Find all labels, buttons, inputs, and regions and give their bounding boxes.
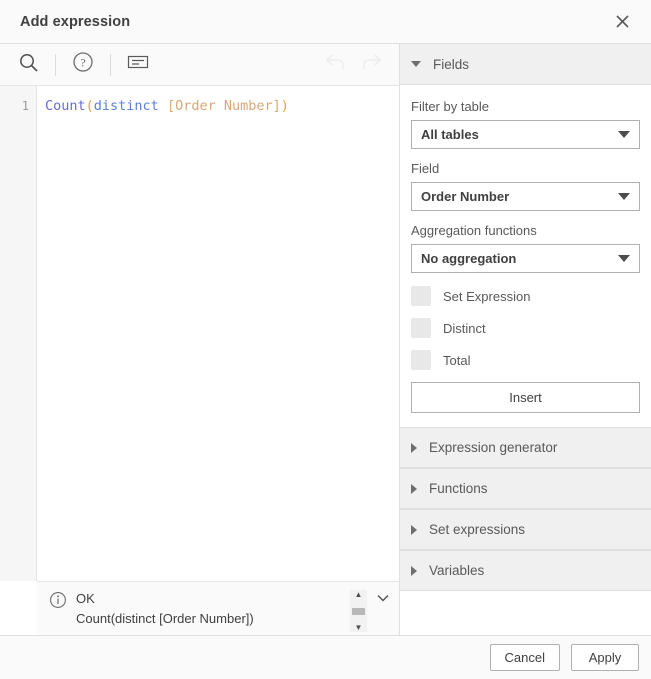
- caret-down-icon[interactable]: ▼: [355, 623, 363, 632]
- token-function: Count: [45, 98, 86, 114]
- editor-toolbar: ?: [0, 44, 399, 86]
- aggregation-functions-select[interactable]: No aggregation: [411, 244, 640, 273]
- search-button[interactable]: [10, 48, 46, 82]
- section-title: Expression generator: [429, 440, 558, 455]
- section-header-fields[interactable]: Fields: [400, 44, 651, 85]
- section-header-set-expressions[interactable]: Set expressions: [400, 509, 651, 550]
- token-open-paren: (: [85, 98, 94, 114]
- help-circle-icon: ?: [72, 51, 94, 78]
- editor-column: ? 1 Count(distinct [Order Number]) OK Co…: [0, 44, 400, 635]
- chevron-right-icon: [411, 565, 417, 576]
- line-number: 1: [21, 99, 29, 113]
- token-field-reference: [Order Number]: [166, 98, 281, 114]
- chevron-right-icon: [411, 524, 417, 535]
- help-button[interactable]: ?: [65, 48, 101, 82]
- checkbox-label: Set Expression: [443, 288, 531, 304]
- section-title: Functions: [429, 481, 488, 496]
- word-wrap-button[interactable]: [120, 48, 156, 82]
- checkbox-label: Total: [443, 352, 471, 368]
- token-keyword: distinct: [93, 98, 159, 114]
- fields-section-body: Filter by table All tables Field Order N…: [400, 85, 651, 427]
- field-label: Field: [411, 161, 440, 176]
- checkbox-box: [411, 318, 431, 338]
- info-icon: [49, 591, 67, 609]
- filter-by-table-select[interactable]: All tables: [411, 120, 640, 149]
- panel-empty-area: [400, 591, 651, 635]
- chevron-right-icon: [411, 442, 417, 453]
- dialog-title: Add expression: [20, 13, 131, 30]
- section-header-expression-generator[interactable]: Expression generator: [400, 427, 651, 468]
- caret-up-icon[interactable]: ▲: [355, 590, 363, 599]
- token-close-paren: ): [280, 98, 289, 114]
- code-line: Count(distinct [Order Number]): [45, 97, 399, 116]
- code-area[interactable]: Count(distinct [Order Number]): [37, 86, 399, 581]
- redo-button[interactable]: [353, 48, 389, 82]
- search-icon: [18, 52, 39, 78]
- dialog-titlebar: Add expression: [0, 0, 651, 44]
- section-header-functions[interactable]: Functions: [400, 468, 651, 509]
- section-title-fields: Fields: [433, 56, 470, 72]
- chevron-right-icon: [411, 483, 417, 494]
- section-title: Variables: [429, 563, 485, 578]
- dialog-footer: Cancel Apply: [0, 635, 651, 679]
- undo-button[interactable]: [317, 48, 353, 82]
- status-texts: OK Count(distinct [Order Number]): [76, 590, 350, 628]
- dialog-body: ? 1 Count(distinct [Order Number]) OK Co…: [0, 44, 651, 635]
- status-bar: OK Count(distinct [Order Number]) ▲ ▼: [37, 581, 399, 635]
- apply-button[interactable]: Apply: [571, 644, 639, 671]
- filter-by-table-value: All tables: [421, 127, 479, 142]
- redo-icon: [360, 52, 383, 77]
- checkbox-total[interactable]: Total: [411, 349, 640, 371]
- toolbar-separator: [110, 53, 111, 76]
- expression-editor[interactable]: 1 Count(distinct [Order Number]): [0, 86, 399, 581]
- cancel-button[interactable]: Cancel: [489, 644, 560, 671]
- aggregation-functions-value: No aggregation: [421, 251, 517, 266]
- word-wrap-icon: [127, 54, 149, 75]
- svg-text:?: ?: [80, 56, 85, 70]
- section-header-variables[interactable]: Variables: [400, 550, 651, 591]
- close-button[interactable]: [605, 5, 639, 39]
- expand-status-button[interactable]: [373, 588, 393, 608]
- insert-button[interactable]: Insert: [411, 382, 640, 413]
- toolbar-separator: [55, 53, 56, 76]
- chevron-down-icon: [618, 131, 630, 138]
- undo-icon: [324, 52, 347, 77]
- status-preview: Count(distinct [Order Number]): [76, 611, 254, 626]
- section-title: Set expressions: [429, 522, 526, 537]
- checkbox-distinct[interactable]: Distinct: [411, 317, 640, 339]
- status-scrollbar[interactable]: ▲ ▼: [350, 590, 367, 632]
- filter-by-table-label: Filter by table: [411, 99, 490, 114]
- line-number-gutter: 1: [0, 86, 37, 581]
- scrollbar-thumb[interactable]: [352, 607, 365, 615]
- chevron-down-icon: [618, 193, 630, 200]
- side-panel: Fields Filter by table All tables Field …: [400, 44, 651, 635]
- close-icon: [615, 14, 630, 29]
- chevron-down-icon: [618, 255, 630, 262]
- checkbox-label: Distinct: [443, 320, 486, 336]
- aggregation-functions-label: Aggregation functions: [411, 223, 537, 238]
- add-expression-dialog: Add expression ? 1 Count(distinct [Order…: [0, 0, 651, 679]
- checkbox-box: [411, 350, 431, 370]
- field-select[interactable]: Order Number: [411, 182, 640, 211]
- chevron-down-icon: [377, 594, 389, 602]
- status-state: OK: [76, 591, 95, 606]
- chevron-down-icon: [411, 61, 421, 67]
- field-value: Order Number: [421, 189, 510, 204]
- checkbox-set-expression[interactable]: Set Expression: [411, 285, 640, 307]
- checkbox-box: [411, 286, 431, 306]
